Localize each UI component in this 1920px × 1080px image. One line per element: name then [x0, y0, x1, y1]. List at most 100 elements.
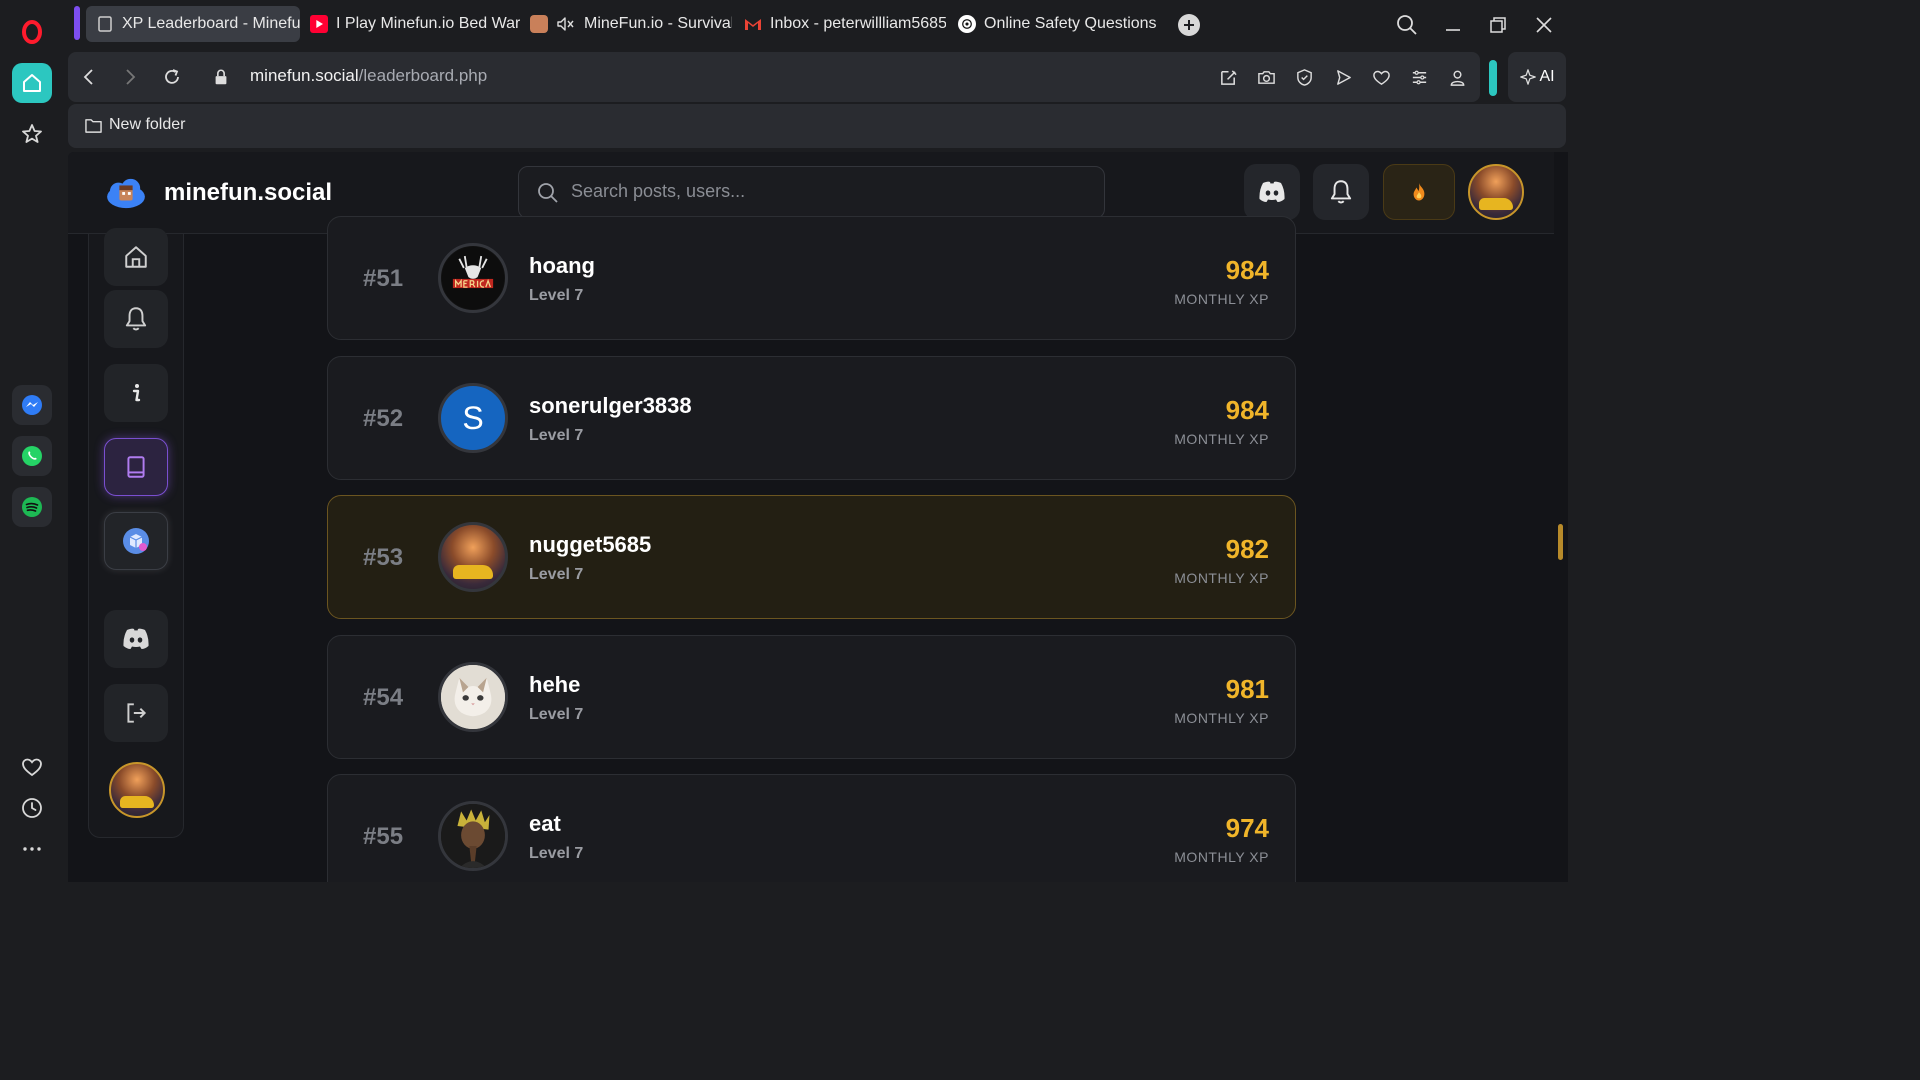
- new-tab-button[interactable]: [1178, 14, 1200, 36]
- ai-button[interactable]: AI: [1508, 52, 1566, 102]
- game-cube-icon: [123, 528, 149, 554]
- plus-icon: [1184, 20, 1194, 30]
- avatar-letter: S: [462, 399, 484, 436]
- minefun-icon: [530, 15, 548, 33]
- bell-icon: [1330, 180, 1352, 204]
- player-level: Level 7: [529, 427, 584, 444]
- player-level: Level 7: [529, 706, 584, 723]
- leaderboard-row[interactable]: #55 eat Level 7 974 MONTHLY XP: [327, 774, 1296, 882]
- muted-speaker-icon[interactable]: [556, 15, 576, 33]
- tab-search-icon[interactable]: [1392, 10, 1422, 40]
- leaderboard-row[interactable]: #51 hoang Level 7 984 MONTHLY XP: [327, 216, 1296, 340]
- spotify-icon[interactable]: [12, 487, 52, 527]
- send-icon[interactable]: [1331, 65, 1355, 89]
- car-graphic: [120, 796, 154, 808]
- bookmark-folder[interactable]: New folder: [84, 116, 185, 134]
- tab-title: I Play Minefun.io Bed Wars: [336, 15, 520, 32]
- scrollbar-thumb[interactable]: [1558, 524, 1563, 560]
- player-name: hoang: [529, 253, 595, 278]
- tab-strip: XP Leaderboard - Minefun I Play Minefun.…: [64, 0, 1568, 50]
- minefun-logo-icon: [107, 178, 145, 209]
- url-path: /leaderboard.php: [358, 66, 488, 85]
- notifications-button[interactable]: [1313, 164, 1369, 220]
- logout-icon: [127, 703, 147, 723]
- shield-icon[interactable]: [1292, 65, 1316, 89]
- home-icon[interactable]: [12, 63, 52, 103]
- favorite-heart-icon[interactable]: [1369, 65, 1393, 89]
- sidebar-toggle[interactable]: [1489, 60, 1497, 96]
- tab-gmail[interactable]: Inbox - peterwillliam5685: [734, 6, 946, 42]
- player-name: eat: [529, 811, 561, 836]
- leaderboard-row[interactable]: #52 S sonerulger3838 Level 7 984 MONTHLY…: [327, 356, 1296, 480]
- bookmarks-bar: New folder: [68, 104, 1566, 148]
- user-avatar[interactable]: [1468, 164, 1524, 220]
- nav-info[interactable]: [104, 364, 168, 422]
- leaderboard-row-current-user[interactable]: #53 nugget5685 Level 7 982 MONTHLY XP: [327, 495, 1296, 619]
- messenger-icon[interactable]: [12, 385, 52, 425]
- opera-logo-icon[interactable]: [12, 12, 52, 52]
- sidebar-avatar[interactable]: [109, 762, 165, 818]
- restore-icon[interactable]: [1483, 10, 1513, 40]
- sparkle-icon: [1520, 69, 1537, 85]
- player-level: Level 7: [529, 845, 584, 862]
- discord-header-button[interactable]: [1244, 164, 1300, 220]
- rank: #51: [363, 265, 404, 292]
- tab-leaderboard[interactable]: XP Leaderboard - Minefun: [86, 6, 300, 42]
- streak-button[interactable]: [1383, 164, 1455, 220]
- tab-minefun-survival[interactable]: MineFun.io - Survival: [520, 6, 732, 42]
- tab-chatgpt[interactable]: Online Safety Questions: [948, 6, 1168, 42]
- star-icon[interactable]: [12, 114, 52, 154]
- nav-logout[interactable]: [104, 684, 168, 742]
- more-icon[interactable]: [12, 829, 52, 869]
- brand[interactable]: minefun.social: [104, 176, 332, 210]
- nav-leaderboard[interactable]: [104, 438, 168, 496]
- camera-icon[interactable]: [1254, 65, 1278, 89]
- whatsapp-icon[interactable]: [12, 436, 52, 476]
- discord-icon: [1259, 181, 1285, 202]
- player-name: sonerulger3838: [529, 393, 692, 418]
- info-icon: [132, 384, 141, 402]
- page-icon: [96, 15, 114, 33]
- back-icon[interactable]: [77, 65, 101, 89]
- rank: #55: [363, 823, 404, 850]
- ai-label: AI: [1539, 68, 1555, 85]
- url-field[interactable]: minefun.social/leaderboard.php: [250, 66, 487, 86]
- lock-icon[interactable]: [209, 65, 233, 89]
- cat-photo-icon: [441, 665, 505, 729]
- forward-icon[interactable]: [118, 65, 142, 89]
- close-icon[interactable]: [1529, 10, 1559, 40]
- tab-title: MineFun.io - Survival: [584, 15, 732, 32]
- reload-icon[interactable]: [160, 65, 184, 89]
- monthly-xp-value: 984: [1225, 395, 1269, 425]
- search-input[interactable]: [571, 181, 1071, 202]
- nav-discord[interactable]: [104, 610, 168, 668]
- portrait-icon: [441, 804, 505, 868]
- nav-home[interactable]: [104, 228, 168, 286]
- monthly-xp-label: MONTHLY XP: [1174, 710, 1269, 726]
- search-icon: [537, 182, 559, 209]
- leaderboard-row[interactable]: #54 hehe Level 7 981 MONTHLY XP: [327, 635, 1296, 759]
- chatgpt-icon: [958, 15, 976, 33]
- monthly-xp-label: MONTHLY XP: [1174, 431, 1269, 447]
- player-avatar: [438, 801, 508, 871]
- heart-icon[interactable]: [12, 747, 52, 787]
- history-icon[interactable]: [12, 788, 52, 828]
- profile-icon[interactable]: [1445, 65, 1469, 89]
- folder-icon: [85, 118, 102, 133]
- easy-setup-icon[interactable]: [1407, 65, 1431, 89]
- player-avatar: [438, 243, 508, 313]
- nav-notifications[interactable]: [104, 290, 168, 348]
- player-avatar: [438, 522, 508, 592]
- page-scrollbar[interactable]: [1554, 152, 1568, 882]
- nav-game[interactable]: [104, 512, 168, 570]
- minimize-icon[interactable]: [1438, 10, 1468, 40]
- rank: #53: [363, 544, 404, 571]
- tab-title: XP Leaderboard - Minefun: [122, 15, 300, 32]
- bell-icon: [125, 307, 147, 331]
- search-box: [518, 166, 1105, 219]
- tab-youtube[interactable]: I Play Minefun.io Bed Wars: [300, 6, 520, 42]
- edit-page-icon[interactable]: [1216, 65, 1240, 89]
- address-bar: minefun.social/leaderboard.php: [68, 52, 1480, 102]
- monthly-xp-value: 982: [1225, 534, 1269, 564]
- browser-sidebar: [0, 0, 64, 882]
